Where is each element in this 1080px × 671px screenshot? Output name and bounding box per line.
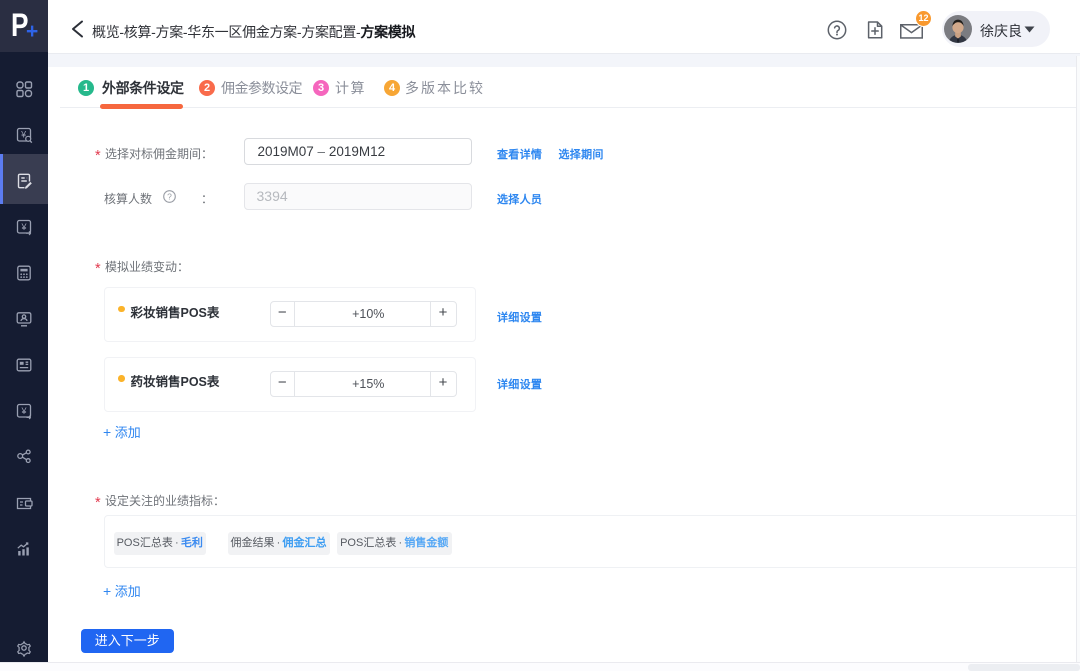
svg-text:¥: ¥ — [20, 222, 27, 232]
svg-text:?: ? — [167, 192, 172, 202]
svg-text:¥: ¥ — [20, 406, 27, 416]
